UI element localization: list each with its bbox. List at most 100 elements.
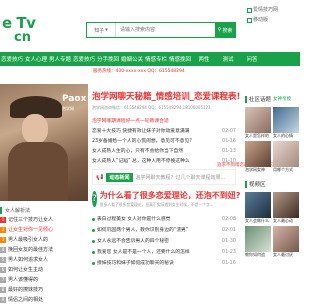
nav-item-3[interactable]: 男人专题 (48, 55, 72, 63)
ranking-item[interactable]: 7 男人该懂得的 (0, 275, 88, 285)
article-item[interactable]: 撩妹技巧和妹子如何成功聊天的秘诀 01-16 (92, 258, 236, 269)
article-item-title: 表白过程美女 女人对你是什么感觉 (97, 217, 171, 222)
rank-number: 2 (0, 226, 6, 233)
nav-item-11[interactable]: 问答 (240, 55, 264, 63)
nav-item-7[interactable]: 情感专栏 (144, 55, 168, 63)
article-item-title-wrap: 撩妹技巧和妹子如何成功聊天的秘诀 (92, 258, 174, 269)
headline-link[interactable]: 泡学网聊天秘籍_情感培训_恋爱课程表! (92, 90, 240, 102)
rank-number: 3 (0, 236, 6, 243)
news-item-title: 恋爱十大技巧 快捷有效让妹子对你动爱意满满 (92, 129, 190, 134)
chevron-down-icon: ▾ (105, 27, 108, 33)
news-item[interactable]: 女人成熟人“记蹈” 总，这种人用不停换这种么 01-10 (92, 157, 236, 167)
thumbnail-image (273, 107, 299, 133)
thumbnail-caption: 女人是怎样的 (245, 133, 269, 138)
thumbnail-card[interactable]: 女人最心动 (273, 192, 299, 224)
logo-sub-text: cn (14, 30, 31, 45)
thumbnail-card[interactable]: 女人最讨厌 (273, 226, 299, 258)
news-item-title: 23岁备婚愁一个人的心慌闹想，意见可不意见? (92, 139, 192, 144)
bullet-icon (92, 262, 95, 265)
nav-item-10[interactable]: 测试 (216, 55, 240, 63)
dynamic-news-tag: 动态新闻 (106, 172, 133, 182)
search-button[interactable]: ⚲ 搜索 (215, 23, 235, 37)
thumbnail-card[interactable]: 用哪个方式 (273, 141, 299, 173)
community-title: 社区话题 (249, 97, 272, 103)
news-item[interactable]: 23岁备婚愁一个人的心慌闹想，意见可不意见? 01-16 (92, 137, 236, 147)
ranking-item-title: 挽回女友的最佳方法 (8, 247, 54, 253)
thumbnail-card[interactable]: 泡学网女神 (245, 141, 271, 173)
article-item[interactable]: 女人永远不会告诉男人的四个秘密 01-30 (92, 236, 236, 247)
ranking-item-title: 如何让女生主动 (8, 267, 44, 273)
thumbnail-caption: 女人最心动 (273, 218, 293, 223)
article-item-title-wrap: 表白过程美女 女人对你是什么感觉 (92, 214, 170, 225)
hero-slider-image[interactable]: Paox 泡学网 (0, 84, 88, 201)
search-button-label: 搜索 (222, 27, 233, 34)
thumbnail-caption: 女人会做什么 (245, 218, 269, 223)
ranking-item[interactable]: 5 男人如何追求女人 (0, 255, 88, 265)
thumbnail-image (245, 107, 271, 133)
ranking-item[interactable]: 8 最好的撩妹技巧 (0, 285, 88, 295)
nav-item-6[interactable]: 婚姻公关 (120, 55, 144, 63)
nav-item-2[interactable]: 女人心理 (24, 55, 48, 63)
nav-item-5[interactable]: 分手挽回 (96, 55, 120, 63)
thumbnail-image (273, 192, 299, 218)
article-item-title: 女人永远不会告诉男人的四个秘密 (97, 239, 169, 244)
rank-number: 8 (0, 286, 6, 293)
article-item-title: 我爱您 女人是不是一个人，还要什么的怎样 (97, 250, 190, 255)
ranking-item[interactable]: 9 情侣之间的相处 (0, 295, 88, 305)
left-list-header: 女人解析法 (0, 205, 88, 215)
nav-item-1[interactable]: 恋爱技巧 (0, 55, 24, 63)
news-item-date: 01-13 (222, 149, 236, 154)
ranking-item[interactable]: 2 让女生对你一见倾心 (0, 225, 88, 235)
headline-byline: 泡学网咨询微信：615548294 QQ：615548294 181060051… (92, 105, 211, 110)
news-item-title: 泡学网哪期课程好一点一轮教课合适 (92, 119, 169, 124)
news-item-date: 02-07 (222, 129, 236, 134)
news-item[interactable]: 女人成熟人生的心，只有不会给你当下自然 01-13 (92, 147, 236, 157)
ranking-item[interactable]: 6 如何让女生主动 (0, 265, 88, 275)
ranking-item-title: 记住三个技巧让女人 (8, 217, 54, 223)
news-item[interactable]: 泡学网哪期课程好一点一轮教课合适 (92, 117, 236, 127)
slider-title: Paox (62, 94, 87, 104)
thumbnail-card[interactable]: 教你如何追 (245, 226, 271, 258)
article-item[interactable]: 表白过程美女 女人对你是什么感觉 02-08 (92, 214, 236, 225)
feature-article[interactable]: ? 为什么看了很多恋爱理论，还泡不到妞? 很多人看了很多恋爱理论，但真正实际遇到… (92, 190, 240, 208)
ranking-item[interactable]: 4 挽回女友的最佳方法 (0, 245, 88, 255)
nav-item-9[interactable]: 两性 (192, 55, 216, 63)
ranking-item[interactable]: 3 男人最吸引女人的 (0, 235, 88, 245)
thumbnail-card[interactable]: 女人是怎样的 (245, 107, 271, 139)
article-item-title-wrap: 如何巩固两个男人，教你识别身边的“渣男” (92, 225, 188, 236)
community-more-link[interactable]: 女神亲授 (273, 96, 291, 102)
bullet-icon (92, 251, 95, 254)
top-link-1[interactable]: 爱情技巧网 (247, 5, 300, 15)
community-header: 社区话题 女神亲授 (245, 94, 300, 104)
ranking-item-title: 男人如何追求女人 (8, 257, 49, 263)
article-item-title: 如何巩固两个男人，教你识别身边的“渣男” (97, 228, 189, 233)
feature-title: 为什么看了很多恋爱理论，还泡不到妞? (99, 191, 241, 200)
nav-item-8[interactable]: 情感挽回 (168, 55, 192, 63)
slider-subtitle: 泡学网 (62, 106, 74, 111)
section-marker (0, 206, 2, 214)
rank-number: 6 (0, 266, 6, 273)
search-category-select[interactable]: 知子 ▾ (87, 23, 116, 37)
article-item[interactable]: 如何巩固两个男人，教你识别身边的“渣男” 02-01 (92, 225, 236, 236)
article-item[interactable]: 我爱您 女人是不是一个人，还要什么的怎样 01-23 (92, 247, 236, 258)
thumbnail-card[interactable]: 女人的心情 (273, 107, 299, 139)
community-thumbs: 女人是怎样的 女人的心情 泡学网女神 用哪个方式 (245, 107, 300, 173)
search-category-label: 知子 (94, 27, 105, 34)
dynamic-news-link[interactable]: 泡学网聊天教程？过几个聊天课程效果... (136, 174, 226, 181)
left-list-title: 女人解析法 (5, 207, 31, 214)
ranking-item-title: 男人该懂得的 (8, 277, 39, 283)
ranking-item[interactable]: 1 记住三个技巧让女人 (0, 215, 88, 225)
search-input[interactable] (116, 23, 215, 37)
section-marker (245, 95, 247, 103)
ranking-item-title: 让女生对你一见倾心 (8, 227, 54, 233)
nav-item-4[interactable]: 恋爱技巧 (72, 55, 96, 63)
thumbnail-image (245, 226, 271, 252)
bullet-icon (92, 229, 95, 232)
thumbnail-card[interactable]: 女人会做什么 (245, 192, 271, 224)
thumbnail-caption: 女人最讨厌 (273, 252, 293, 257)
top-link-2[interactable]: 移动版 (247, 15, 300, 25)
rank-number: 4 (0, 246, 6, 253)
site-logo[interactable]: e Tv cn (2, 14, 48, 50)
article-item-date: 01-30 (222, 239, 236, 244)
news-item[interactable]: 恋爱十大技巧 快捷有效让妹子对你动爱意满满 02-07 (92, 127, 236, 137)
